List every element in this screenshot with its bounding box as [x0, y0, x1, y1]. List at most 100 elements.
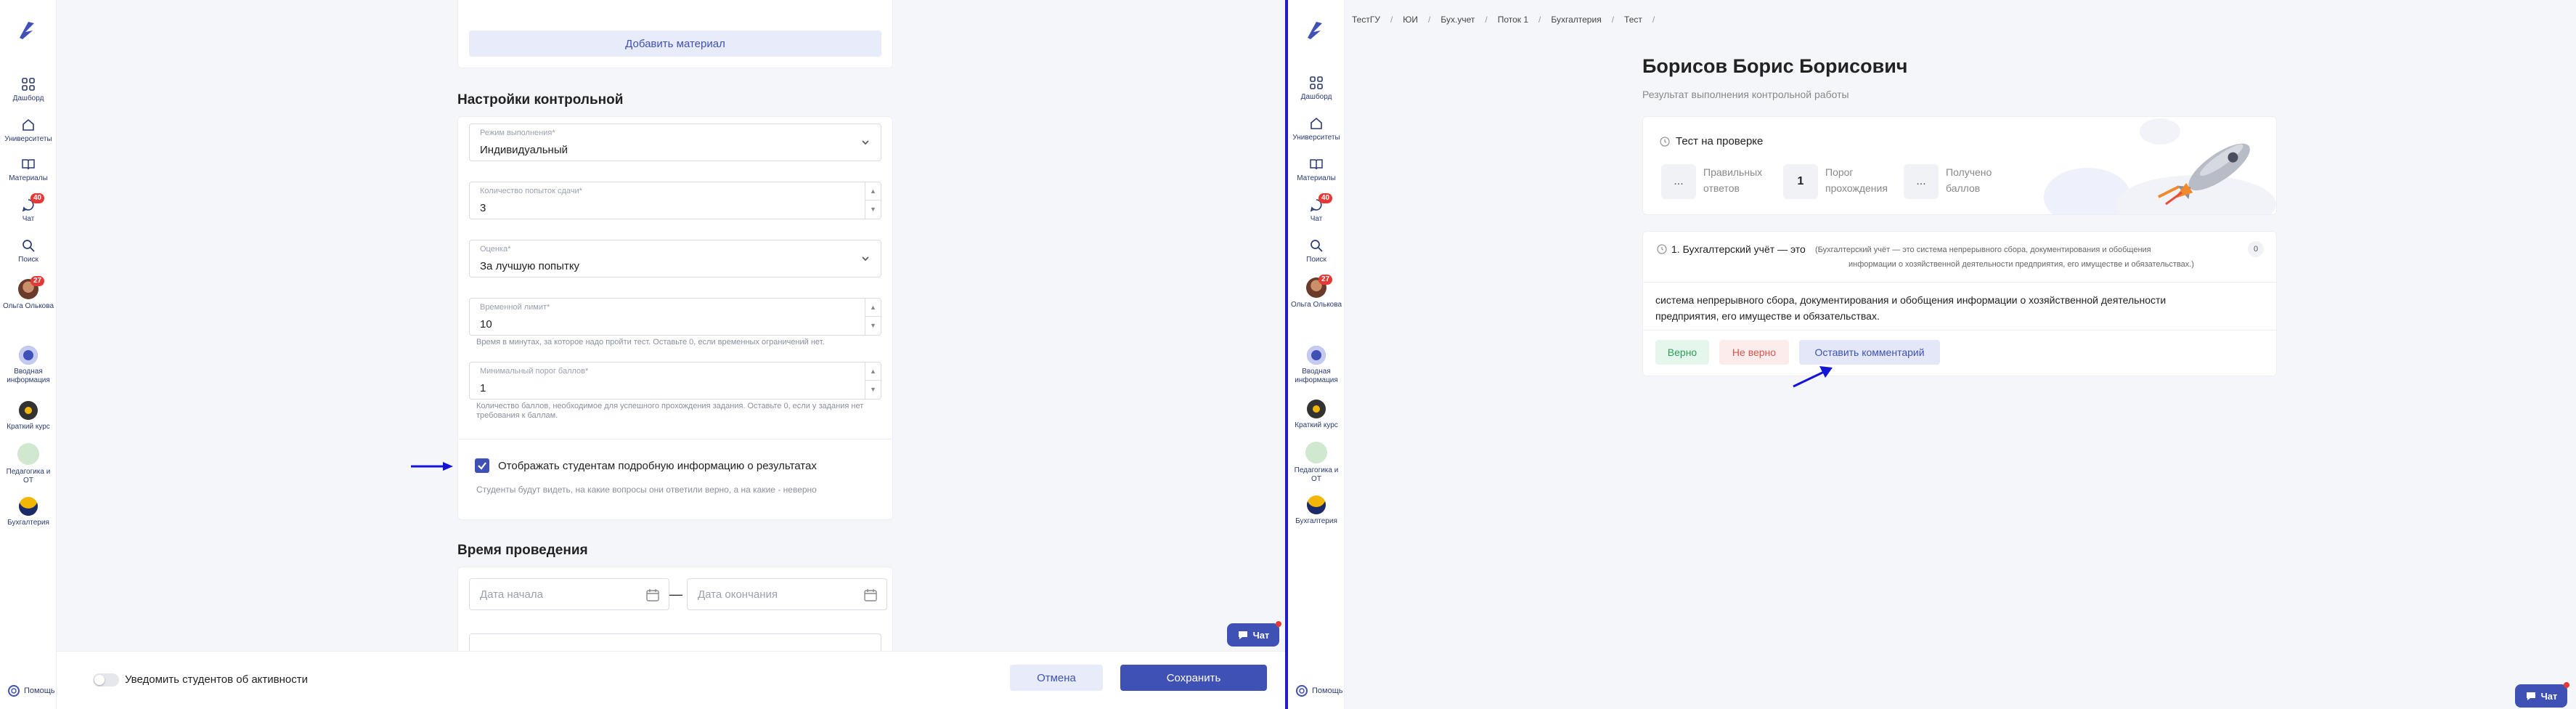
logo-icon[interactable]	[1303, 17, 1328, 42]
sidebar-item-label: Материалы	[9, 174, 48, 182]
sidebar-item-materials[interactable]: Материалы	[1288, 157, 1345, 183]
attempts-input[interactable]: Количество попыток сдачи* 3 ▲ ▼	[469, 182, 881, 219]
sidebar-item-universities[interactable]: Университеты	[0, 118, 57, 144]
add-material-button[interactable]: Добавить материал	[469, 31, 881, 57]
chat-button-label: Чат	[1252, 629, 1270, 641]
threshold-stat-label: Порог прохождения	[1825, 166, 1888, 194]
sidebar-item-universities[interactable]: Университеты	[1288, 116, 1345, 142]
threshold-hint: Количество баллов, необходимое для успеш…	[476, 402, 864, 420]
leave-comment-button[interactable]: Оставить комментарий	[1799, 340, 1940, 365]
question-detail: (Бухгалтерский учёт — это система непрер…	[1815, 246, 2151, 254]
sidebar: Дашборд Университеты Материалы 40 Чат По…	[1288, 0, 1345, 709]
sidebar-item-course-intro[interactable]: Вводная информация	[0, 346, 57, 385]
sidebar-item-search[interactable]: Поиск	[0, 238, 57, 264]
time-limit-hint: Время в минутах, за которое надо пройти …	[476, 338, 825, 347]
rocket-illustration-icon	[2044, 118, 2276, 214]
sidebar-item-course-accounting[interactable]: Бухгалтерия	[1288, 495, 1345, 526]
sidebar-item-profile[interactable]: 27 Ольга Олькова	[1288, 275, 1345, 309]
search-icon	[1311, 240, 1323, 252]
home-icon	[23, 118, 34, 131]
time-limit-input[interactable]: Временной лимит* 10 ▲ ▼	[469, 298, 881, 336]
points-label: Получено баллов	[1946, 166, 1992, 194]
sidebar-item-search[interactable]: Поиск	[1288, 238, 1345, 264]
attempts-stepper[interactable]: ▲ ▼	[865, 182, 881, 219]
chat-icon	[1238, 631, 1247, 639]
points-value: ...	[1904, 164, 1939, 199]
help-link[interactable]: Помощь	[7, 684, 55, 697]
stepper-down-icon[interactable]: ▼	[865, 381, 881, 399]
breadcrumb-item[interactable]: ЮИ	[1403, 15, 1418, 25]
correct-answers-label: Правильных ответов	[1703, 166, 1763, 194]
stepper-up-icon[interactable]: ▲	[865, 362, 881, 381]
chat-button-label: Чат	[2540, 690, 2558, 702]
sidebar-item-course-intro[interactable]: Вводная информация	[1288, 346, 1345, 385]
book-icon	[1310, 159, 1323, 170]
threshold-value: 1	[480, 382, 486, 394]
sidebar-item-course-short[interactable]: Краткий курс	[1288, 400, 1345, 430]
course-icon	[1305, 442, 1327, 463]
stepper-up-icon[interactable]: ▲	[865, 182, 881, 200]
sidebar-item-chat[interactable]: 40 Чат	[0, 193, 57, 224]
time-limit-stepper[interactable]: ▲ ▼	[865, 299, 881, 335]
clock-icon	[1657, 244, 1667, 254]
threshold-input[interactable]: Минимальный порог баллов* 1 ▲ ▼	[469, 362, 881, 400]
logo-icon[interactable]	[15, 17, 40, 42]
breadcrumb: ТестГУ / ЮИ / Бух.учет / Поток 1/ Бухгалтер…	[1352, 15, 1655, 25]
breadcrumb-item[interactable]: Бухгалтерия	[1551, 15, 1601, 25]
breadcrumb-item[interactable]: Бух.учет	[1440, 15, 1475, 25]
correct-answers-value: ...	[1661, 164, 1696, 199]
sidebar-item-label: Бухгалтерия	[7, 519, 49, 527]
incorrect-button[interactable]: Не верно	[1719, 340, 1789, 365]
breadcrumb-item[interactable]: Тест	[1624, 15, 1642, 25]
date-start-input[interactable]: Дата начала	[469, 578, 669, 610]
sidebar-item-chat[interactable]: 40 Чат	[1288, 193, 1345, 224]
date-end-placeholder: Дата окончания	[698, 588, 778, 601]
breadcrumb-item[interactable]: ТестГУ	[1352, 15, 1380, 25]
mode-label: Режим выполнения*	[480, 129, 555, 137]
sidebar-item-label: Краткий курс	[7, 423, 50, 431]
book-icon	[22, 159, 35, 170]
sidebar-item-course-short[interactable]: Краткий курс	[0, 401, 57, 432]
threshold-stepper[interactable]: ▲ ▼	[865, 362, 881, 399]
sidebar-item-profile[interactable]: 27 Ольга Олькова	[0, 276, 57, 311]
sidebar-item-label: Ольга Олькова	[1291, 301, 1342, 309]
sidebar-item-label: Педагогика и ОТ	[1294, 466, 1339, 483]
course-icon	[19, 346, 38, 365]
sidebar-item-label: Материалы	[1297, 174, 1336, 182]
annotation-arrow-icon	[1793, 366, 1833, 388]
grid-icon	[1310, 76, 1323, 89]
sidebar-item-materials[interactable]: Материалы	[0, 157, 57, 183]
sidebar-item-course-pedagogy[interactable]: Педагогика и ОТ	[0, 443, 57, 485]
cancel-button[interactable]: Отмена	[1010, 665, 1103, 691]
score-badge: 0	[2248, 241, 2264, 257]
lifebuoy-icon	[8, 685, 20, 697]
calendar-icon[interactable]	[863, 588, 878, 602]
notification-dot	[2564, 682, 2569, 688]
chat-button[interactable]: Чат	[2515, 682, 2569, 708]
chat-button[interactable]: Чат	[1227, 621, 1281, 647]
sidebar-item-dashboard[interactable]: Дашборд	[0, 77, 57, 103]
save-button[interactable]: Сохранить	[1120, 665, 1267, 691]
stepper-down-icon[interactable]: ▼	[865, 317, 881, 335]
mode-select[interactable]: Режим выполнения* Индивидуальный	[469, 123, 881, 161]
sidebar-item-label: Вводная информация	[7, 368, 50, 384]
sidebar-item-course-pedagogy[interactable]: Педагогика и ОТ	[1288, 442, 1345, 484]
calendar-icon[interactable]	[645, 588, 660, 602]
question-detail-line2: информации о хозяйственной деятельности …	[1849, 260, 2194, 269]
help-link[interactable]: Помощь	[1295, 684, 1343, 697]
correct-button[interactable]: Верно	[1655, 340, 1709, 365]
notify-toggle[interactable]	[93, 673, 119, 686]
sidebar-item-course-accounting[interactable]: Бухгалтерия	[0, 497, 57, 527]
time-limit-label: Временной лимит*	[480, 303, 550, 312]
search-icon	[23, 240, 35, 252]
chat-badge: 40	[1318, 193, 1333, 203]
show-results-checkbox[interactable]	[475, 458, 489, 473]
sidebar-item-dashboard[interactable]: Дашборд	[1288, 76, 1345, 102]
time-title: Время проведения	[457, 543, 588, 558]
stepper-up-icon[interactable]: ▲	[865, 299, 881, 317]
grade-select[interactable]: Оценка* За лучшую попытку	[469, 240, 881, 277]
date-end-input[interactable]: Дата окончания	[687, 578, 887, 610]
breadcrumb-item[interactable]: Поток 1	[1498, 15, 1528, 25]
stepper-down-icon[interactable]: ▼	[865, 200, 881, 219]
chevron-down-icon	[862, 256, 869, 262]
